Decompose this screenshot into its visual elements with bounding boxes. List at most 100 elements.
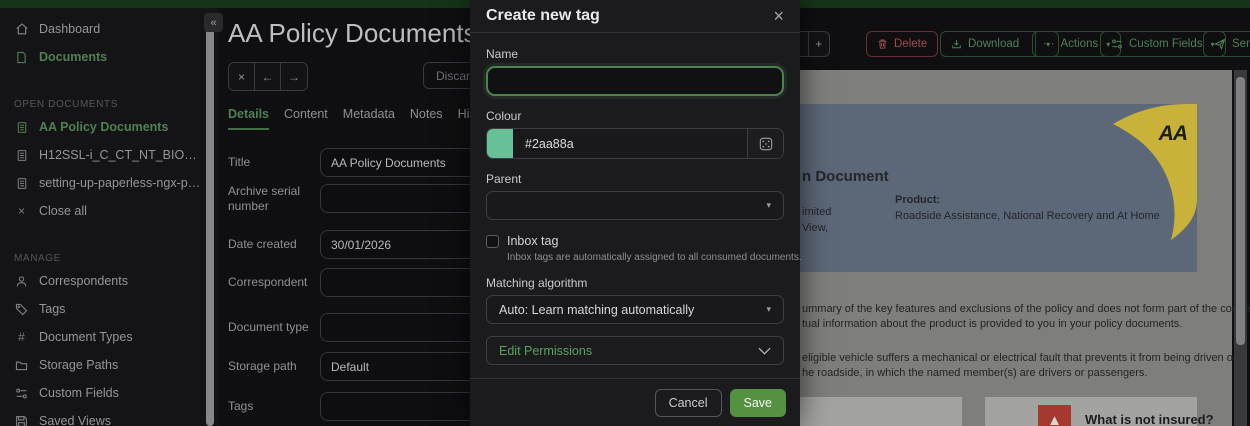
sidebar-item-label: Documents (39, 50, 107, 64)
save-button[interactable]: Save (730, 389, 787, 417)
file-icon (14, 50, 29, 65)
close-icon: × (238, 70, 245, 84)
sidebar-item-label: Document Types (39, 330, 133, 344)
arrow-left-icon: ← (262, 70, 274, 84)
open-document-label: AA Policy Documents (39, 120, 168, 134)
home-icon (14, 22, 29, 37)
parent-label: Parent (486, 172, 784, 186)
close-document-button[interactable]: × (229, 63, 255, 90)
field-label-date-created: Date created (228, 237, 316, 252)
close-icon: × (14, 204, 29, 219)
document-icon (14, 148, 29, 163)
open-document-item[interactable]: AA Policy Documents (0, 113, 218, 141)
close-all-label: Close all (39, 204, 87, 218)
inbox-tag-label: Inbox tag (507, 234, 558, 248)
sidebar-item-custom-fields[interactable]: Custom Fields (0, 379, 218, 407)
tab-notes[interactable]: Notes (410, 107, 443, 130)
tab-details[interactable]: Details (228, 107, 269, 130)
field-label-archive-serial-number: Archive serial number (228, 184, 316, 214)
inbox-tag-checkbox[interactable] (486, 235, 499, 248)
sliders-icon (1111, 38, 1123, 50)
arrow-right-icon: → (288, 70, 300, 84)
download-icon (951, 38, 962, 50)
preview-body-line: tual information about the product is pr… (802, 318, 1182, 330)
document-icon (14, 120, 29, 135)
inbox-tag-hint: Inbox tags are automatically assigned to… (507, 252, 784, 263)
caret-down-icon: ▾ (766, 304, 771, 315)
preview-scrollbar[interactable] (1234, 70, 1247, 426)
sidebar-item-label: Dashboard (39, 22, 100, 36)
download-label: Download (968, 38, 1019, 50)
trash-icon (877, 38, 888, 50)
not-insured-heading: What is not insured? (1085, 412, 1214, 426)
cancel-button[interactable]: Cancel (655, 389, 722, 417)
person-icon (14, 274, 29, 289)
sidebar-item-storage-paths[interactable]: Storage Paths (0, 351, 218, 379)
sidebar-item-documents[interactable]: Documents (0, 43, 218, 71)
sidebar-item-saved-views[interactable]: Saved Views (0, 407, 218, 426)
close-icon[interactable]: × (773, 7, 784, 25)
app-screen: Dashboard Documents OPEN DOCUMENTS AA Po… (0, 0, 1250, 426)
sidebar-scrollbar[interactable] (206, 14, 214, 426)
folder-icon (14, 358, 29, 373)
sidebar-collapse-button[interactable]: « (204, 13, 223, 32)
name-label: Name (486, 47, 784, 61)
plus-icon: + (815, 37, 822, 51)
tag-name-input[interactable] (486, 66, 784, 96)
download-button[interactable]: Download (941, 32, 1029, 56)
previous-document-button[interactable]: ← (255, 63, 281, 90)
tab-content[interactable]: Content (284, 107, 328, 130)
preview-insurer-text: imited View, (802, 204, 831, 236)
field-label-tags: Tags (228, 399, 316, 414)
preview-body-line: ummary of the key features and exclusion… (802, 303, 1250, 315)
send-button[interactable]: Send ▾ (1203, 31, 1250, 57)
open-document-item[interactable]: setting-up-paperless-ngx-part-one (0, 169, 218, 197)
sidebar: Dashboard Documents OPEN DOCUMENTS AA Po… (0, 8, 218, 426)
sidebar-item-label: Custom Fields (39, 386, 119, 400)
tag-icon (14, 302, 29, 317)
preview-scrollbar-handle[interactable] (1236, 77, 1245, 345)
warning-icon: ▲ (1038, 405, 1071, 426)
chevron-down-icon (758, 347, 771, 355)
sidebar-item-document-types[interactable]: # Document Types (0, 323, 218, 351)
open-document-label: setting-up-paperless-ngx-part-one (39, 176, 204, 190)
sidebar-item-dashboard[interactable]: Dashboard (0, 15, 218, 43)
sidebar-item-label: Storage Paths (39, 358, 118, 372)
page-title: AA Policy Documents (228, 18, 477, 49)
field-label-correspondent: Correspondent (228, 275, 316, 290)
random-colour-button[interactable] (747, 129, 783, 158)
save-icon (14, 414, 29, 426)
aa-logo-text: AA (1159, 122, 1187, 146)
colour-hex-input[interactable] (513, 129, 747, 158)
modal-footer: Cancel Save (470, 378, 800, 426)
field-label-title: Title (228, 155, 316, 170)
edit-permissions-accordion[interactable]: Edit Permissions (486, 336, 784, 365)
zoom-in-button[interactable]: + (809, 32, 830, 56)
next-document-button[interactable]: → (281, 63, 307, 90)
parent-select[interactable]: ▾ (486, 191, 784, 220)
sidebar-item-label: Tags (39, 302, 65, 316)
sidebar-item-tags[interactable]: Tags (0, 295, 218, 323)
colour-label: Colour (486, 109, 784, 123)
document-preview-page: AA n Document imited View, Product: Road… (796, 70, 1232, 426)
preview-header-block: AA n Document imited View, Product: Road… (796, 104, 1197, 272)
preview-body-line: eligible vehicle suffers a mechanical or… (802, 352, 1237, 364)
manage-header: MANAGE (0, 249, 218, 267)
sidebar-item-correspondents[interactable]: Correspondents (0, 267, 218, 295)
matching-algorithm-select[interactable]: Auto: Learn matching automatically ▾ (486, 295, 784, 324)
dice-icon (759, 137, 773, 151)
actions-label: Actions (1061, 38, 1099, 50)
preview-product-label: Product: (895, 192, 940, 208)
open-document-item[interactable]: H12SSL-i_C_CT_NT_BIOS_3.3_rele... (0, 141, 218, 169)
matching-algorithm-label: Matching algorithm (486, 276, 784, 290)
open-document-label: H12SSL-i_C_CT_NT_BIOS_3.3_rele... (39, 148, 204, 162)
close-all-button[interactable]: × Close all (0, 197, 218, 225)
field-label-storage-path: Storage path (228, 359, 316, 374)
document-nav-group: × ← → (228, 62, 308, 91)
modal-title: Create new tag (486, 7, 600, 25)
tab-metadata[interactable]: Metadata (343, 107, 395, 130)
field-label-document-type: Document type (228, 320, 316, 335)
modal-body: Name Colour Parent ▾ Inbox tag (470, 33, 800, 365)
send-icon (1214, 38, 1226, 50)
delete-button[interactable]: Delete (866, 31, 938, 57)
